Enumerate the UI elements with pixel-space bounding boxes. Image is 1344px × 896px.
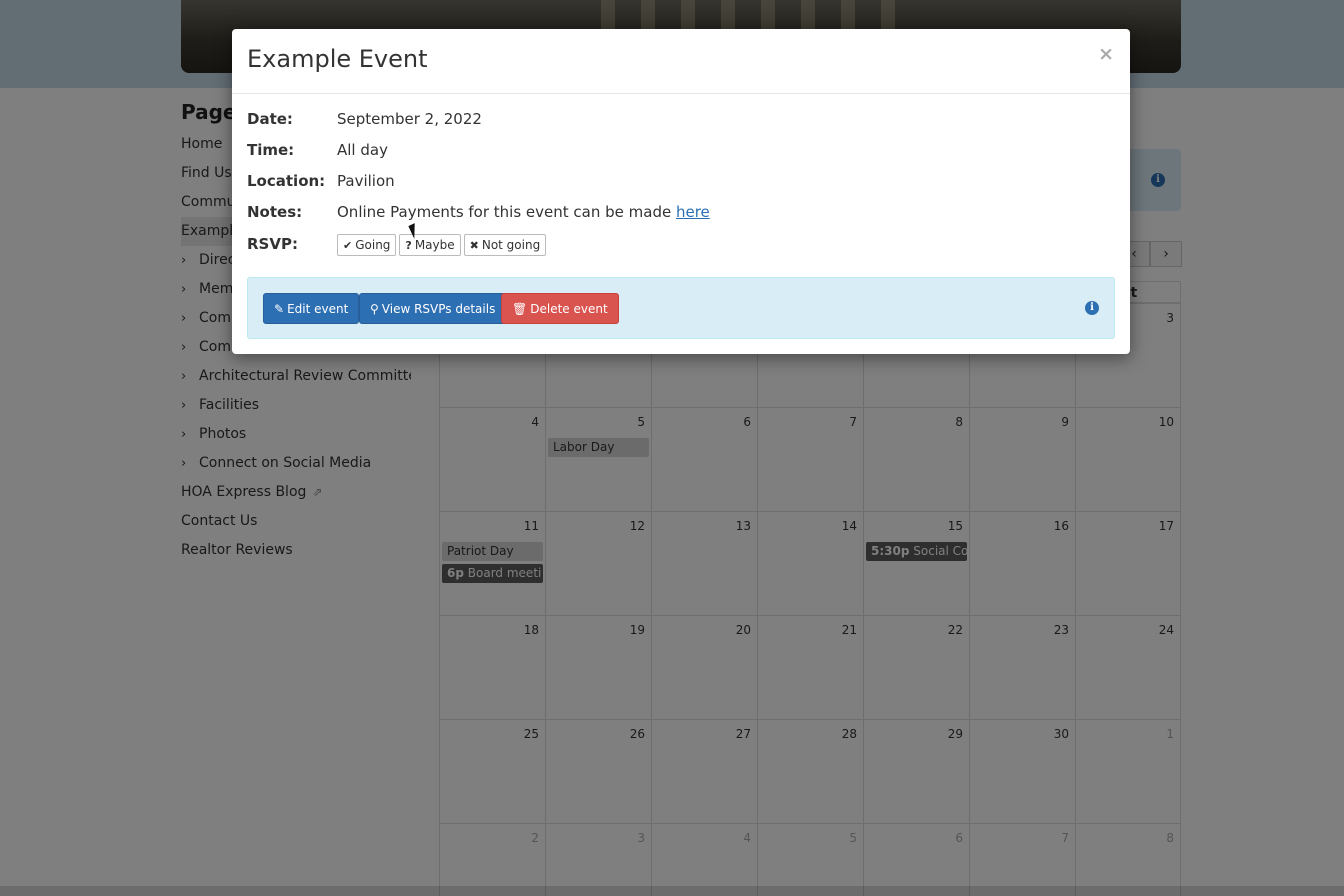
notes-text: Online Payments for this event can be ma… [337, 203, 676, 221]
info-icon[interactable]: i [1085, 301, 1099, 315]
location-value: Pavilion [337, 172, 395, 190]
delete-event-label: Delete event [530, 302, 608, 316]
rsvp-maybe-button[interactable]: ? Maybe [399, 233, 461, 256]
cross-icon: ✖ [469, 238, 479, 252]
rsvp-not-going-button[interactable]: ✖ Not going [463, 233, 547, 256]
time-row: Time: All day [247, 138, 388, 162]
rsvp-not-going-label: Not going [481, 237, 541, 252]
time-value: All day [337, 141, 388, 159]
notes-row: Notes: Online Payments for this event can… [247, 200, 710, 224]
notes-label: Notes: [247, 203, 303, 221]
rsvp-maybe-label: Maybe [414, 237, 455, 252]
check-icon: ✔ [343, 238, 353, 252]
notes-payment-link[interactable]: here [676, 203, 710, 221]
question-icon: ? [405, 238, 412, 252]
location-row: Location: Pavilion [247, 169, 395, 193]
pencil-icon: ✎ [274, 302, 285, 316]
trash-icon: 🗑 [512, 302, 528, 316]
admin-actions-panel: ✎ Edit event ⚲ View RSVPs details 🗑 Delete … [247, 277, 1115, 339]
view-rsvps-label: View RSVPs details [381, 302, 496, 316]
time-label: Time: [247, 141, 295, 159]
rsvp-label: RSVP: [247, 235, 298, 253]
rsvp-row: RSVP: ✔ Going? Maybe ✖ Not going [247, 232, 549, 256]
location-label: Location: [247, 172, 326, 190]
date-value: September 2, 2022 [337, 110, 482, 128]
modal-header: Example Event × [232, 29, 1130, 94]
event-modal: Example Event × Date: September 2, 2022 T… [232, 29, 1130, 354]
search-icon: ⚲ [370, 302, 379, 316]
date-label: Date: [247, 110, 293, 128]
modal-title: Example Event [247, 45, 428, 73]
rsvp-going-label: Going [355, 237, 391, 252]
edit-event-label: Edit event [287, 302, 349, 316]
close-icon[interactable]: × [1098, 43, 1114, 65]
footer-strip [0, 886, 1344, 896]
delete-event-button[interactable]: 🗑 Delete event [501, 293, 619, 324]
rsvp-going-button[interactable]: ✔ Going [337, 233, 397, 256]
date-row: Date: September 2, 2022 [247, 107, 482, 131]
view-rsvps-button[interactable]: ⚲ View RSVPs details [359, 293, 507, 324]
edit-event-button[interactable]: ✎ Edit event [263, 293, 360, 324]
